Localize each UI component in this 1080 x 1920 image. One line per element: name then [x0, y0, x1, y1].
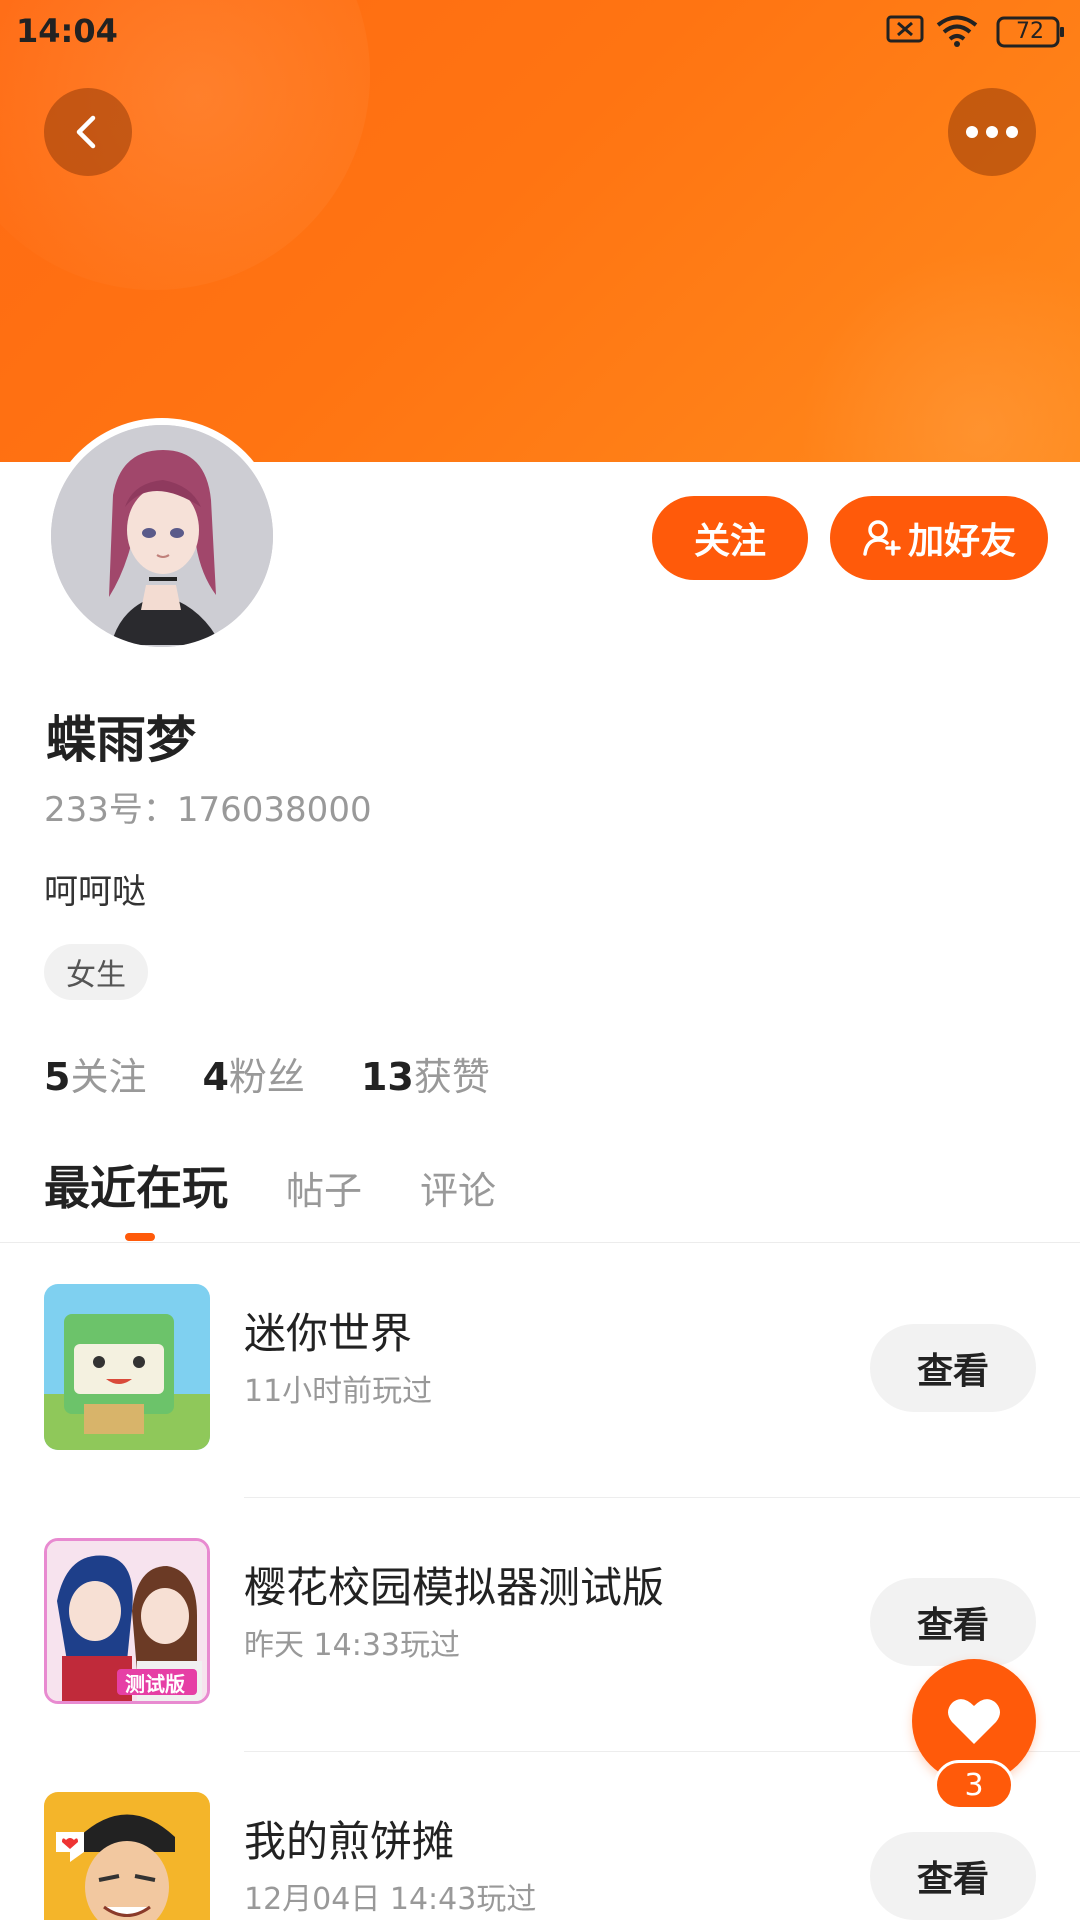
stat-number: 5: [44, 1055, 71, 1099]
sim-off-icon: [886, 15, 924, 43]
status-bar: 14:04 72: [0, 0, 1080, 66]
gender-tag: 女生: [44, 944, 148, 1000]
stat-fans[interactable]: 4粉丝: [202, 1046, 304, 1101]
profile-bio: 呵呵哒: [44, 872, 146, 912]
profile-name: 蝶雨梦: [46, 711, 196, 769]
beta-badge: 测试版: [125, 1672, 185, 1696]
game-played-time: 11小时前玩过: [244, 1374, 433, 1409]
view-button-label: 查看: [916, 1605, 989, 1646]
wifi-icon: [936, 15, 978, 47]
tab-posts[interactable]: 帖子: [286, 1160, 362, 1215]
game-icon-mini-world: [44, 1284, 210, 1450]
status-time: 14:04: [16, 12, 118, 50]
game-title: 我的煎饼摊: [244, 1817, 455, 1866]
like-count-badge: 3: [934, 1760, 1014, 1810]
game-title: 樱花校园模拟器测试版: [244, 1563, 665, 1612]
banner-decoration: [800, 250, 1080, 462]
game-played-time: 12月04日 14:43玩过: [244, 1882, 537, 1917]
stat-label: 获赞: [413, 1055, 490, 1099]
view-button[interactable]: 查看: [870, 1324, 1036, 1412]
stat-following[interactable]: 5关注: [44, 1046, 146, 1101]
follow-button[interactable]: 关注: [652, 496, 808, 580]
view-button[interactable]: 查看: [870, 1832, 1036, 1920]
list-item[interactable]: 迷你世界 11小时前玩过 查看: [0, 1244, 1080, 1498]
more-button[interactable]: [948, 88, 1036, 176]
tab-active-indicator: [125, 1233, 155, 1241]
stat-label: 粉丝: [228, 1055, 305, 1099]
game-title: 迷你世界: [244, 1309, 413, 1358]
profile-banner: [0, 0, 1080, 462]
tab-divider: [0, 1242, 1080, 1243]
add-friend-label: 加好友: [907, 521, 1016, 562]
stat-number: 4: [202, 1055, 229, 1099]
add-user-icon: [863, 520, 901, 556]
game-icon-sakura-school: 测试版: [44, 1538, 210, 1704]
list-item[interactable]: 我的煎饼摊 12月04日 14:43玩过 查看: [0, 1752, 1080, 1920]
tab-recent-played[interactable]: 最近在玩: [44, 1152, 228, 1218]
back-button[interactable]: [44, 88, 132, 176]
tab-comments[interactable]: 评论: [420, 1160, 496, 1215]
avatar[interactable]: [44, 418, 280, 654]
profile-stats: 5关注 4粉丝 13获赞: [44, 1046, 490, 1101]
game-played-time: 昨天 14:33玩过: [244, 1628, 460, 1663]
anime-girl-avatar: [51, 425, 273, 647]
view-button-label: 查看: [916, 1859, 989, 1900]
chevron-left-icon: [76, 115, 96, 149]
stat-label: 关注: [70, 1055, 147, 1099]
follow-label: 关注: [693, 521, 766, 562]
profile-uid: 233号：176038000: [44, 790, 372, 830]
battery-level: 72: [1016, 19, 1044, 44]
stat-number: 13: [360, 1055, 414, 1099]
like-count: 3: [964, 1767, 984, 1803]
more-dots-icon: [966, 126, 1018, 138]
game-icon-pancake-stall: [44, 1792, 210, 1920]
stat-likes[interactable]: 13获赞: [361, 1046, 490, 1101]
profile-tabs: 最近在玩 帖子 评论: [44, 1152, 496, 1218]
gender-tag-label: 女生: [66, 958, 126, 993]
heart-icon: [948, 1699, 1000, 1744]
avatar-image: [51, 425, 273, 647]
view-button-label: 查看: [916, 1351, 989, 1392]
add-friend-button[interactable]: 加好友: [830, 496, 1048, 580]
view-button[interactable]: 查看: [870, 1578, 1036, 1666]
